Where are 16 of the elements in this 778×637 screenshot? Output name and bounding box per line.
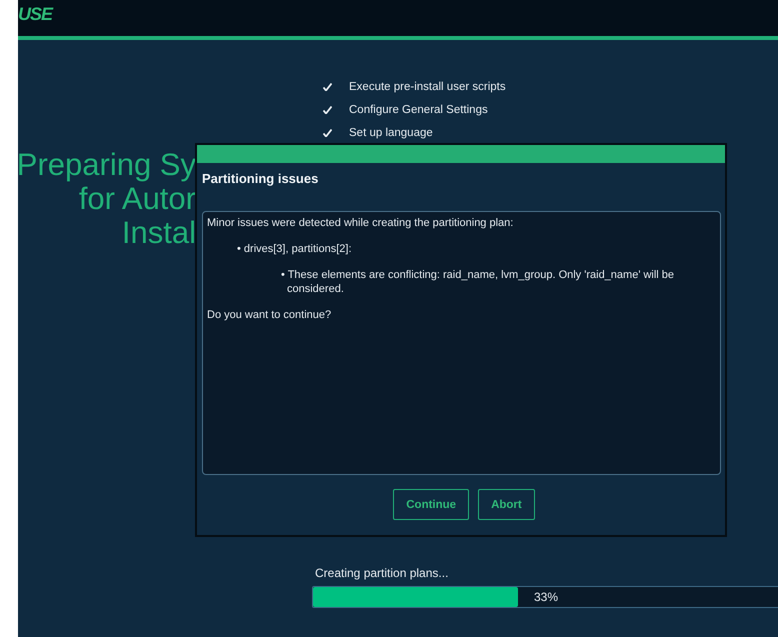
abort-button[interactable]: Abort <box>478 489 535 520</box>
dialog-title: Partitioning issues <box>202 171 318 186</box>
message-text: Minor issues were detected while creating the partitioning plan: <box>207 216 514 230</box>
progress-percent: 33% <box>532 590 560 604</box>
issue-item: • drives[3], partitions[2]: <box>237 242 352 256</box>
step-label: Execute pre-install user scripts <box>349 81 506 93</box>
step-label: Set up language <box>349 127 433 139</box>
question-text: Do you want to continue? <box>207 308 332 322</box>
issue-detail: • These elements are conflicting: raid_name, lvm_group. Only 'raid_name' will be considered. <box>281 268 676 296</box>
heading-line: Instal <box>122 216 196 250</box>
heading-line: for Autor <box>78 182 196 216</box>
progress-label: Creating partition plans... <box>315 566 450 580</box>
step-label: Configure General Settings <box>349 104 488 116</box>
continue-button[interactable]: Continue <box>393 489 470 520</box>
heading-line: Preparing Sy <box>18 148 196 182</box>
logo: USE <box>18 4 52 25</box>
